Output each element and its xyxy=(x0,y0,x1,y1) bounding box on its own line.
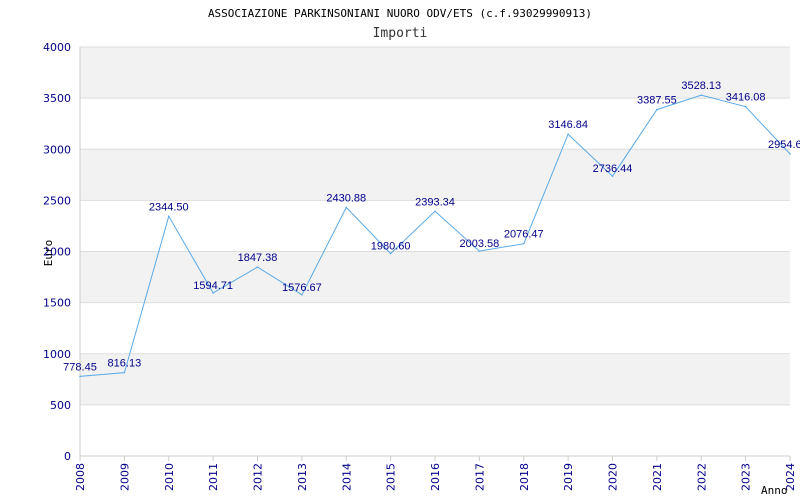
y-tick-label: 2500 xyxy=(43,194,71,207)
x-tick-label: 2009 xyxy=(118,463,131,491)
plot-band xyxy=(80,98,790,150)
data-label: 2393.34 xyxy=(415,196,455,208)
x-tick-label: 2023 xyxy=(740,463,753,491)
data-label: 2736.44 xyxy=(593,163,633,175)
data-label: 1576.67 xyxy=(282,282,322,294)
data-label: 2003.58 xyxy=(459,238,499,250)
data-point xyxy=(744,105,747,108)
data-point xyxy=(478,250,481,252)
x-tick-label: 2016 xyxy=(429,463,442,491)
plot-band xyxy=(80,149,790,201)
x-axis-label: Anno xyxy=(761,484,788,497)
data-point xyxy=(389,252,392,255)
x-tick-label: 2011 xyxy=(207,463,220,491)
plot-band xyxy=(80,353,790,405)
data-label: 2344.50 xyxy=(149,201,189,213)
y-tick-label: 500 xyxy=(50,399,71,412)
chart-title: ASSOCIAZIONE PARKINSONIANI NUORO ODV/ETS… xyxy=(208,7,592,20)
y-tick-label: 3000 xyxy=(43,143,71,156)
plot-band xyxy=(80,302,790,354)
data-point xyxy=(79,375,81,378)
x-tick-label: 2014 xyxy=(340,463,353,491)
data-label: 2954.6 xyxy=(768,139,800,151)
data-label: 1847.38 xyxy=(238,252,278,264)
x-tick-label: 2022 xyxy=(695,463,708,491)
x-tick-labels: 2008 2009 2010 2011 2012 2013 2014 2015 2016 2017… xyxy=(74,463,797,491)
data-point xyxy=(611,175,614,177)
data-label: 3387.55 xyxy=(637,95,677,107)
x-tick-label: 2015 xyxy=(385,463,398,491)
x-tick-label: 2020 xyxy=(607,463,620,491)
data-label: 816.13 xyxy=(108,358,142,370)
data-label: 778.45 xyxy=(63,361,97,373)
y-tick-label: 1000 xyxy=(43,348,71,361)
data-point xyxy=(567,133,569,136)
data-label: 2430.88 xyxy=(326,192,366,204)
x-tick-label: 2013 xyxy=(296,463,309,491)
line-chart: 778.45 816.13 2344.50 1594.71 1847.38 1576.67… xyxy=(42,7,800,497)
x-tick-label: 2010 xyxy=(163,463,176,491)
data-label: 3146.84 xyxy=(548,119,588,131)
x-tick-label: 2017 xyxy=(473,463,486,491)
x-tick-label: 2018 xyxy=(518,463,531,491)
data-point xyxy=(345,206,348,209)
y-tick-label: 4000 xyxy=(43,41,71,54)
x-tick-label: 2019 xyxy=(562,463,575,491)
data-point xyxy=(700,94,703,97)
chart-subtitle: Importi xyxy=(373,26,428,41)
data-label: 3416.08 xyxy=(726,92,766,104)
data-point xyxy=(656,108,658,111)
data-label: 1594.71 xyxy=(193,280,233,292)
x-tick-label: 2008 xyxy=(74,463,87,491)
data-point xyxy=(434,210,436,213)
data-point xyxy=(212,292,214,294)
data-label: 3528.13 xyxy=(681,80,721,92)
y-tick-label: 0 xyxy=(64,450,71,463)
y-tick-label: 3500 xyxy=(43,92,71,105)
x-tick-label: 2012 xyxy=(252,463,265,491)
data-point xyxy=(123,371,126,374)
plot-band xyxy=(80,251,790,303)
y-axis-label: Euro xyxy=(42,240,55,267)
data-point xyxy=(167,215,170,218)
data-label: 1980.60 xyxy=(371,240,411,252)
x-tick-label: 2021 xyxy=(651,463,664,491)
y-tick-label: 1500 xyxy=(43,297,71,310)
data-point xyxy=(301,293,303,296)
data-point xyxy=(256,266,259,268)
data-label: 2076.47 xyxy=(504,229,544,241)
data-point xyxy=(522,242,525,245)
plot-band xyxy=(80,404,790,456)
data-point xyxy=(789,153,791,155)
